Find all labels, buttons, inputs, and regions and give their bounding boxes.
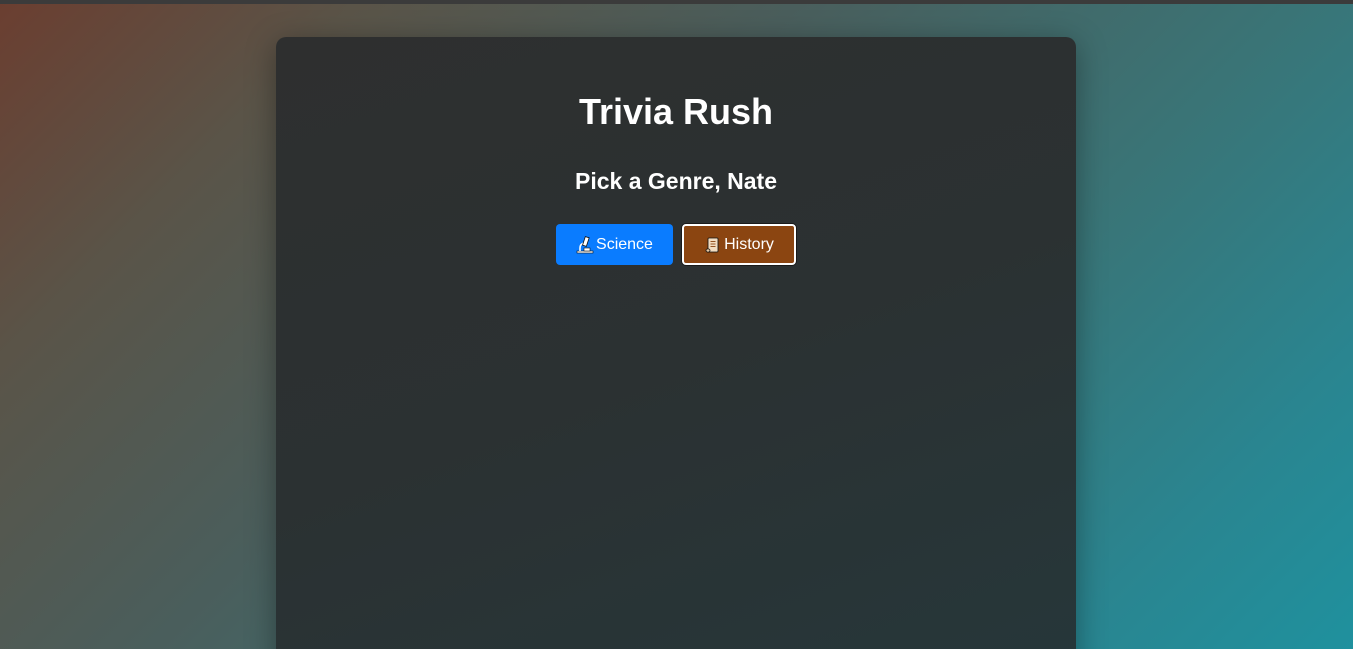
genre-prompt: Pick a Genre, Nate (575, 168, 777, 194)
genre-button-history-label: History (724, 235, 774, 253)
genre-card: Trivia Rush Pick a Genre, Nate Science H… (276, 37, 1076, 649)
genre-button-science-label: Science (596, 235, 653, 253)
genre-button-history[interactable]: History (682, 224, 796, 265)
window-top-strip (0, 0, 1353, 4)
microscope-icon (576, 235, 594, 254)
page-title: Trivia Rush (578, 91, 774, 132)
scroll-icon (704, 236, 722, 254)
genre-button-science[interactable]: Science (556, 224, 673, 265)
